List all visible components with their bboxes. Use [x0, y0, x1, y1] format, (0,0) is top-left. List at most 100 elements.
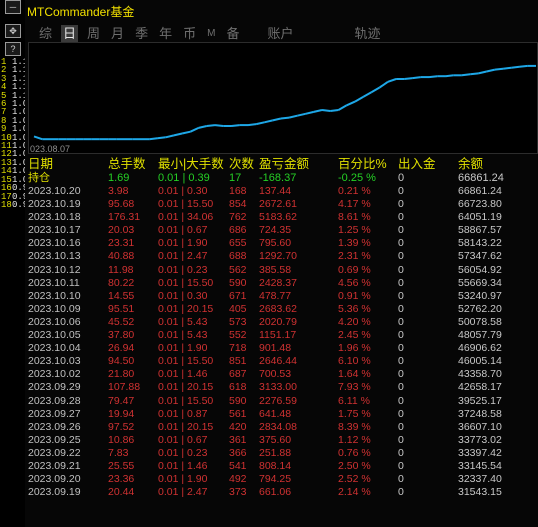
cell-pct: 1.96 % — [338, 342, 371, 355]
table-row[interactable]: 2023.09.29 107.88 0.01 | 20.15 618 3133.00 7.… — [25, 381, 538, 394]
cell-lots: 14.55 — [108, 289, 135, 302]
cell-pct: 8.39 % — [338, 420, 371, 433]
cell-balance: 55669.34 — [458, 276, 502, 289]
tab-2[interactable]: 周 — [85, 25, 102, 42]
cell-flow: 0 — [398, 198, 404, 211]
cell-pct: 0.69 % — [338, 263, 371, 276]
cell-balance: 39525.17 — [458, 394, 502, 407]
table-row[interactable]: 2023.09.27 19.94 0.01 | 0.87 561 641.48 1.75 … — [25, 408, 538, 421]
cell-pct: 6.11 % — [338, 394, 370, 407]
tab-8[interactable]: 备 — [224, 25, 241, 42]
table-row[interactable]: 2023.09.22 7.83 0.01 | 0.23 366 251.88 0.76 %… — [25, 447, 538, 460]
cell-balance: 58143.22 — [458, 237, 502, 250]
cell-pct: 1.12 % — [338, 433, 371, 446]
cell-pct: 0.21 % — [338, 185, 371, 197]
minimize-icon[interactable]: ─ — [5, 0, 21, 14]
table-row[interactable]: 2023.10.05 37.80 0.01 | 5.43 552 1151.17 2.45… — [25, 329, 538, 342]
table-row[interactable]: 2023.10.13 40.88 0.01 | 2.47 688 1292.70 2.31… — [25, 250, 538, 263]
cell-lots: 95.68 — [108, 198, 135, 211]
cell-flow: 0 — [398, 302, 404, 315]
cell-count: 168 — [229, 185, 247, 197]
cell-lots: 19.94 — [108, 407, 135, 420]
cell-date: 2023.10.11 — [28, 276, 80, 289]
cell-flow: 0 — [398, 459, 404, 472]
cell-flow: 0 — [398, 394, 404, 407]
cell-lots: 10.86 — [108, 433, 135, 446]
cell-minmax: 0.01 | 0.67 — [158, 433, 208, 446]
table-row[interactable]: 2023.10.03 94.50 0.01 | 15.50 851 2646.44 6.1… — [25, 355, 538, 368]
header-pnl[interactable]: 盈亏金额 — [259, 157, 309, 172]
cell-flow: 0 — [398, 185, 404, 197]
header-lots[interactable]: 总手数 — [108, 157, 146, 172]
header-pct[interactable]: 百分比% — [338, 157, 387, 172]
cell-pnl: 251.88 — [259, 446, 292, 459]
cell-balance: 58867.57 — [458, 224, 502, 237]
cell-flow: 0 — [398, 276, 404, 289]
cell-pct: 1.64 % — [338, 368, 371, 381]
cell-lots: 107.88 — [108, 381, 141, 394]
table-row[interactable]: 2023.09.25 10.86 0.01 | 0.67 361 375.60 1.12 … — [25, 434, 538, 447]
header-minmax[interactable]: 最小|大手数 — [158, 157, 224, 172]
cell-lots: 11.98 — [108, 263, 134, 276]
cell-balance: 66861.24 — [458, 185, 502, 197]
tab-0[interactable]: 综 — [37, 25, 54, 42]
table-row[interactable]: 2023.10.19 95.68 0.01 | 15.50 854 2672.61 4.1… — [25, 198, 538, 211]
cell-lots: 21.80 — [108, 368, 135, 381]
cell-lots: 45.52 — [108, 315, 135, 328]
cell-flow: 0 — [398, 342, 404, 355]
header-count[interactable]: 次数 — [229, 157, 254, 172]
table-row[interactable]: 2023.10.18 176.31 0.01 | 34.06 762 5183.62 8.… — [25, 211, 538, 224]
tab-1[interactable]: 日 — [61, 24, 79, 42]
table-row[interactable]: 2023.10.20 3.98 0.01 | 0.30 168 137.44 0.21 %… — [25, 185, 538, 198]
cell-minmax: 0.01 | 0.87 — [158, 407, 208, 420]
header-balance[interactable]: 余额 — [458, 157, 483, 172]
cell-pnl: 5183.62 — [259, 211, 297, 224]
tab-6[interactable]: 币 — [181, 25, 198, 42]
cell-pct: 2.31 % — [338, 250, 371, 263]
table-row[interactable]: 2023.10.10 14.55 0.01 | 0.30 671 478.77 0.91 … — [25, 290, 538, 303]
cell-balance: 46005.14 — [458, 355, 502, 368]
table-row[interactable]: 2023.10.16 23.31 0.01 | 1.90 655 795.60 1.39 … — [25, 237, 538, 250]
table-row[interactable]: 2023.10.06 45.52 0.01 | 5.43 573 2020.79 4.20… — [25, 316, 538, 329]
table-row[interactable]: 2023.10.09 95.51 0.01 | 20.15 405 2683.62 5.3… — [25, 303, 538, 316]
table-row[interactable]: 2023.10.02 21.80 0.01 | 1.46 687 700.53 1.64 … — [25, 368, 538, 381]
help-icon[interactable]: ? — [5, 42, 21, 56]
cell-date: 2023.09.19 — [28, 486, 81, 499]
tab-7[interactable]: M — [205, 25, 217, 42]
header-flow[interactable]: 出入金 — [398, 157, 436, 172]
cell-lots: 23.36 — [108, 473, 135, 486]
cell-flow: 0 — [398, 381, 404, 394]
cell-balance: 46906.62 — [458, 342, 502, 355]
table-row[interactable]: 2023.10.17 20.03 0.01 | 0.67 686 724.35 1.25 … — [25, 224, 538, 237]
cell-pct: 0.91 % — [338, 289, 371, 302]
cell-balance: 64051.19 — [458, 211, 502, 224]
table-row[interactable]: 2023.09.21 25.55 0.01 | 1.46 541 808.14 2.50 … — [25, 460, 538, 473]
cell-lots: 80.22 — [108, 276, 135, 289]
table-row[interactable]: 2023.10.12 11.98 0.01 | 0.23 562 385.58 0.69 … — [25, 264, 538, 277]
table-row[interactable]: 2023.09.19 20.44 0.01 | 2.47 373 661.06 2.14 … — [25, 486, 538, 499]
tab-5[interactable]: 年 — [157, 25, 174, 42]
table-row[interactable]: 2023.09.20 23.36 0.01 | 1.90 492 794.25 2.52 … — [25, 473, 538, 486]
chart-start-date: 023.08.07 — [30, 144, 71, 154]
cell-pnl: 3133.00 — [259, 381, 297, 394]
cell-count: 851 — [229, 355, 247, 368]
cell-pnl: 1151.17 — [259, 329, 297, 342]
table-row[interactable]: 2023.09.28 79.47 0.01 | 15.50 590 2276.59 6.1… — [25, 395, 538, 408]
table-row[interactable]: 2023.09.26 97.52 0.01 | 20.15 420 2834.08 8.3… — [25, 421, 538, 434]
cell-count: 686 — [229, 224, 247, 237]
cell-minmax: 0.01 | 1.90 — [158, 237, 208, 250]
cell-lots: 37.80 — [108, 329, 135, 342]
tab-10[interactable]: 轨迹 — [352, 25, 382, 42]
tab-3[interactable]: 月 — [109, 25, 126, 42]
position-minmax: 0.01 | 0.39 — [158, 172, 210, 184]
tab-4[interactable]: 季 — [133, 25, 150, 42]
position-pnl: -168.37 — [259, 172, 297, 184]
table-row[interactable]: 2023.10.04 26.94 0.01 | 1.90 718 901.48 1.96 … — [25, 342, 538, 355]
header-date[interactable]: 日期 — [28, 157, 53, 172]
cell-pnl: 2683.62 — [259, 302, 297, 315]
move-icon[interactable]: ✥ — [5, 24, 21, 38]
table-row[interactable]: 2023.10.11 80.22 0.01 | 15.50 590 2428.37 4.5… — [25, 277, 538, 290]
tab-9[interactable]: 账户 — [265, 25, 295, 42]
position-row[interactable]: 持仓 1.69 0.01 | 0.39 17 -168.37 -0.25 % 0… — [25, 172, 538, 185]
cell-count: 373 — [229, 486, 247, 499]
